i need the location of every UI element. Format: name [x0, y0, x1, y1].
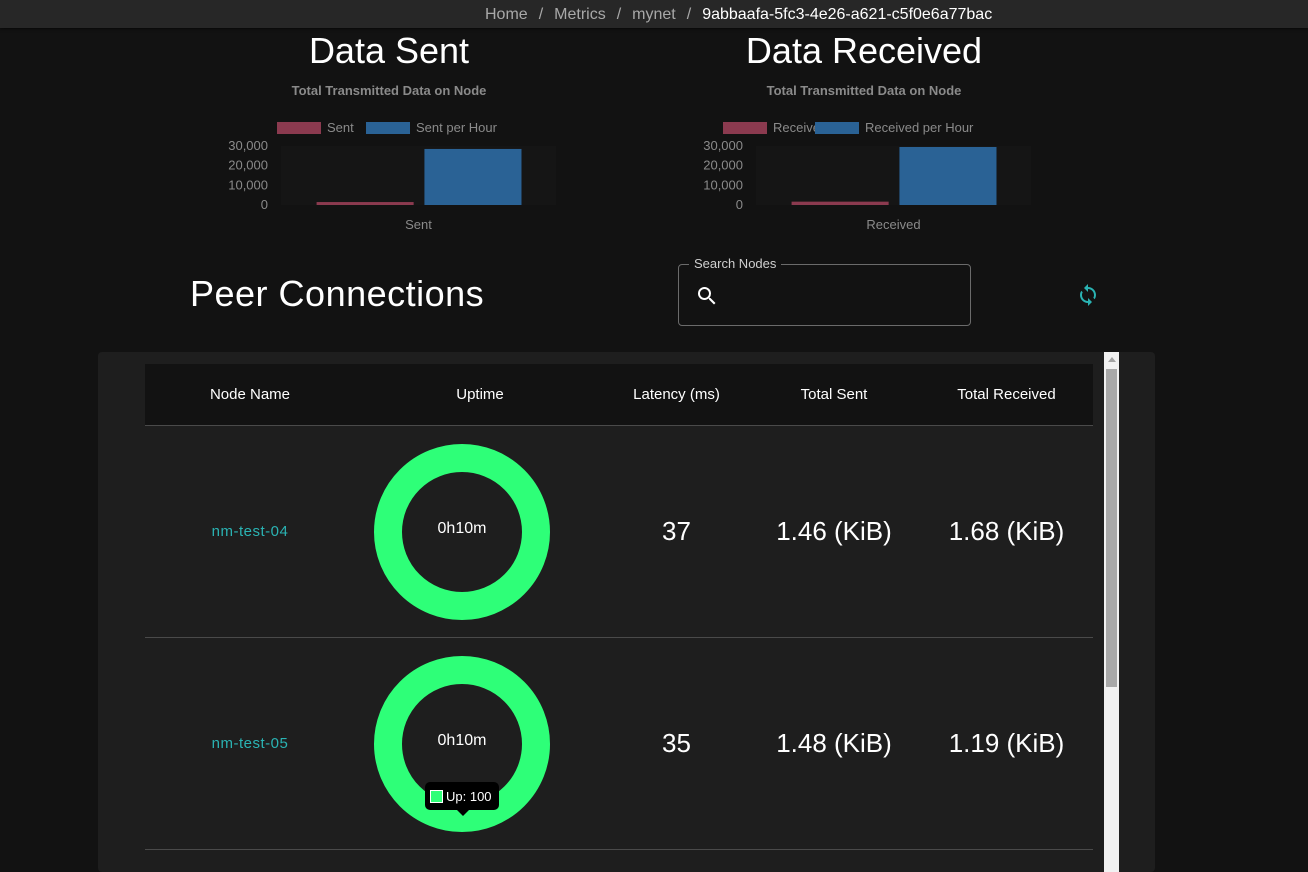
legend-swatch — [366, 122, 410, 134]
column-header-uptime[interactable]: Uptime — [375, 364, 585, 425]
table-scrollbar[interactable] — [1104, 352, 1119, 872]
tooltip-color-swatch — [430, 789, 443, 803]
search-nodes-input[interactable] — [729, 279, 953, 313]
bar-received-per-hour — [899, 146, 997, 205]
tooltip-caret — [457, 810, 469, 816]
breadcrumb-separator: / — [686, 6, 692, 23]
node-name-link[interactable]: nm-test-05 — [145, 735, 355, 752]
total-received-value: 1.68 (KiB) — [948, 516, 1065, 546]
legend-label: Sent — [327, 120, 354, 135]
y-tick-label: 0 — [736, 197, 743, 212]
total-sent-value: 1.48 (KiB) — [776, 728, 892, 758]
x-axis-category-label: Sent — [405, 217, 432, 232]
scroll-up-arrow-icon[interactable] — [1108, 357, 1116, 362]
column-header-total-received[interactable]: Total Received — [920, 364, 1093, 425]
top-bar: Home / Metrics / mynet / 9abbaafa-5fc3-4… — [0, 0, 1308, 28]
breadcrumb-node-id: 9abbaafa-5fc3-4e26-a621-c5f0e6a77bac — [702, 6, 993, 23]
scrollbar-thumb[interactable] — [1106, 369, 1117, 687]
y-tick-label: 30,000 — [703, 138, 743, 153]
search-nodes-label: Search Nodes — [689, 256, 782, 271]
latency-value: 37 — [662, 516, 691, 546]
legend-swatch — [277, 122, 321, 134]
table-row: nm-test-05 0h10m 35 1.48 (KiB) 1.19 (KiB… — [145, 638, 1093, 850]
y-tick-label: 10,000 — [703, 177, 743, 192]
y-tick-label: 20,000 — [703, 158, 743, 173]
chart-subtitle: Total Transmitted Data on Node — [292, 83, 487, 98]
tooltip-text: Up: 100 — [446, 788, 492, 804]
node-name-link[interactable]: nm-test-04 — [145, 523, 355, 540]
data-sent-chart: Data Sent Total Transmitted Data on Node… — [199, 28, 579, 238]
peer-connections-table: Node Name Uptime Latency (ms) Total Sent… — [98, 352, 1155, 872]
total-received-value: 1.19 (KiB) — [948, 728, 1065, 758]
uptime-label: 0h10m — [437, 732, 487, 749]
column-header-total-sent[interactable]: Total Sent — [758, 364, 910, 425]
table-header: Node Name Uptime Latency (ms) Total Sent… — [145, 364, 1093, 426]
legend-label: Received per Hour — [865, 120, 974, 135]
legend-swatch — [723, 122, 767, 134]
chart-subtitle: Total Transmitted Data on Node — [767, 83, 962, 98]
column-header-latency[interactable]: Latency (ms) — [595, 364, 758, 425]
bar-sent — [316, 202, 414, 205]
legend-label: Sent per Hour — [416, 120, 498, 135]
bar-received — [791, 201, 889, 205]
breadcrumb-separator: / — [538, 6, 544, 23]
y-tick-label: 30,000 — [228, 138, 268, 153]
column-header-node-name[interactable]: Node Name — [145, 364, 355, 425]
search-icon — [698, 287, 716, 305]
data-sent-chart-svg: Total Transmitted Data on Node Sent Sent p… — [228, 83, 556, 232]
breadcrumb-metrics[interactable]: Metrics — [554, 6, 606, 24]
data-received-chart: Data Received Total Transmitted Data on … — [674, 28, 1054, 238]
y-tick-label: 20,000 — [228, 158, 268, 173]
breadcrumb-network[interactable]: mynet — [632, 6, 676, 24]
table-row: nm-test-04 0h10m 37 1.46 (KiB) 1.68 (KiB… — [145, 426, 1093, 638]
breadcrumb: Home / Metrics / mynet / 9abbaafa-5fc3-4… — [485, 5, 992, 25]
legend-swatch — [815, 122, 859, 134]
y-tick-label: 0 — [261, 197, 268, 212]
y-tick-label: 10,000 — [228, 177, 268, 192]
data-received-chart-svg: Total Transmitted Data on Node Received Re… — [703, 83, 1031, 232]
x-axis-category-label: Received — [866, 217, 920, 232]
total-sent-value: 1.46 (KiB) — [776, 516, 892, 546]
peer-connections-title: Peer Connections — [190, 273, 485, 314]
breadcrumb-home[interactable]: Home — [485, 6, 528, 24]
search-nodes-field[interactable]: Search Nodes — [678, 256, 971, 326]
uptime-tooltip: Up: 100 — [425, 782, 499, 816]
breadcrumb-separator: / — [616, 6, 622, 23]
refresh-icon[interactable] — [1076, 283, 1100, 307]
bar-sent-per-hour — [424, 148, 522, 205]
latency-value: 35 — [662, 728, 691, 758]
uptime-label: 0h10m — [437, 520, 487, 537]
